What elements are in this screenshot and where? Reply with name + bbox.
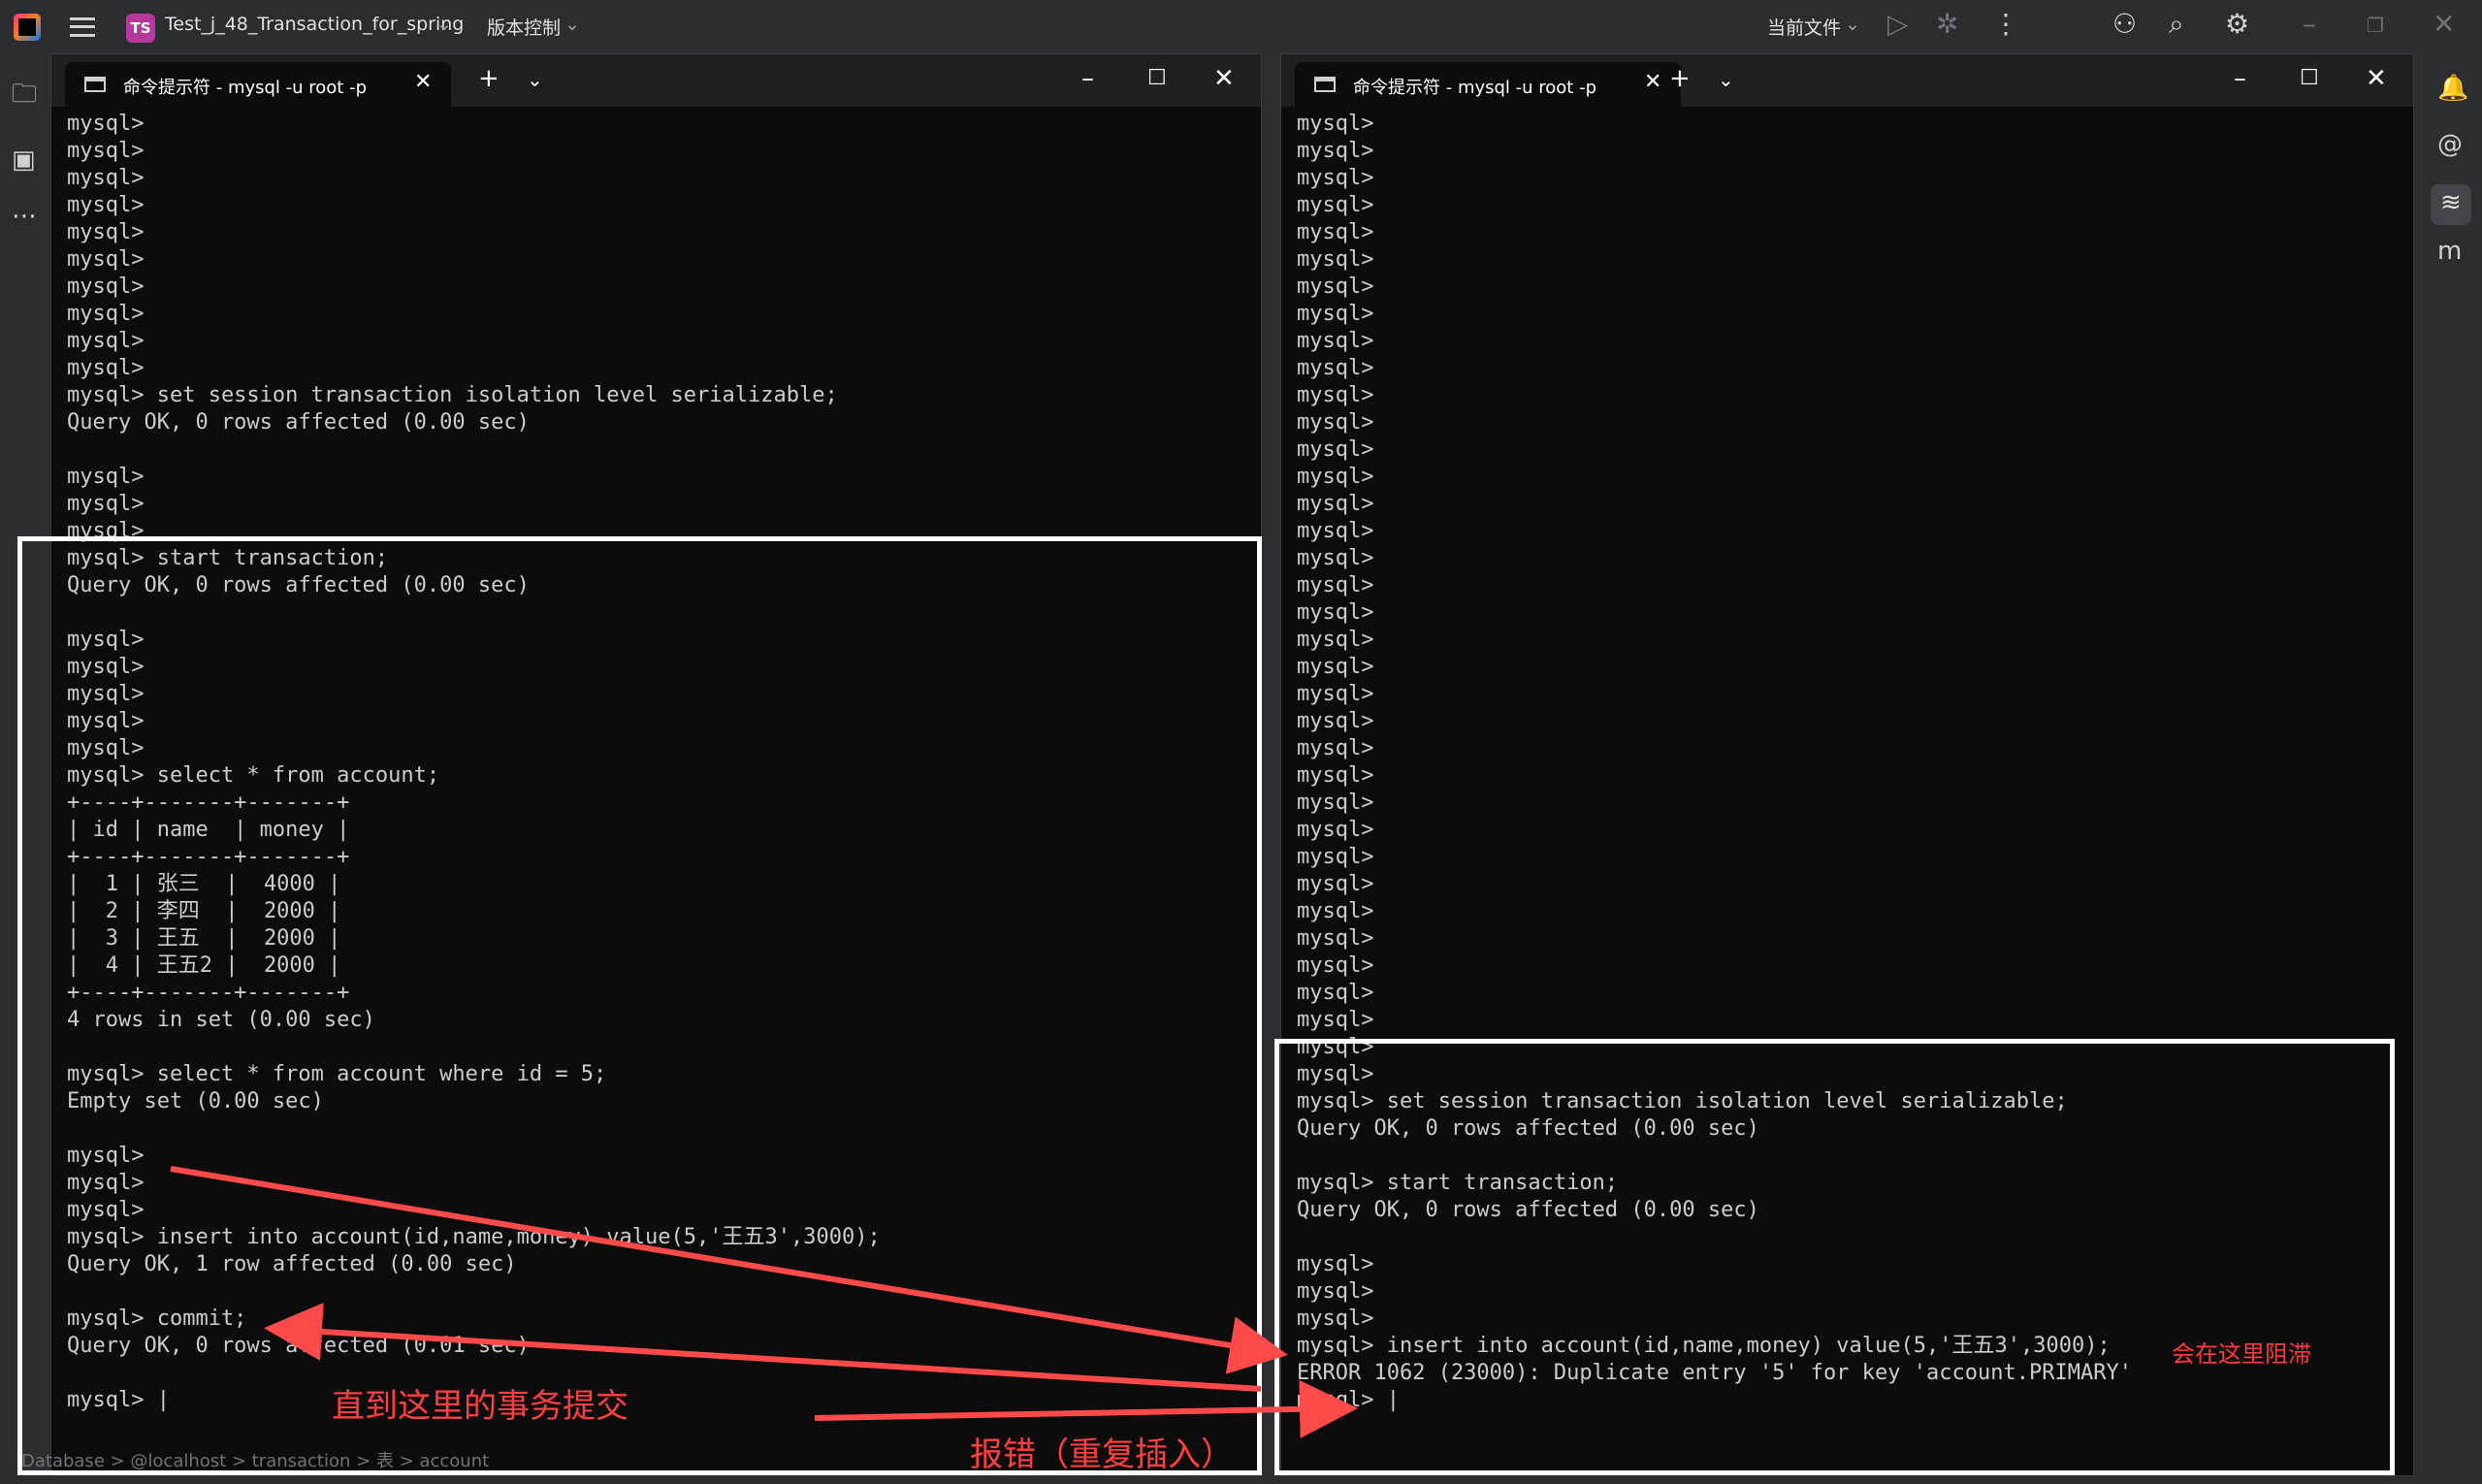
- arrow-to-blocked-insert: [170, 1166, 1288, 1374]
- arrow-to-error: [814, 1379, 1358, 1438]
- annotation-arrows: [170, 1166, 1358, 1438]
- error-annotation: 报错（重复插入）: [970, 1436, 1234, 1474]
- commit-annotation: 直到这里的事务提交: [332, 1387, 629, 1426]
